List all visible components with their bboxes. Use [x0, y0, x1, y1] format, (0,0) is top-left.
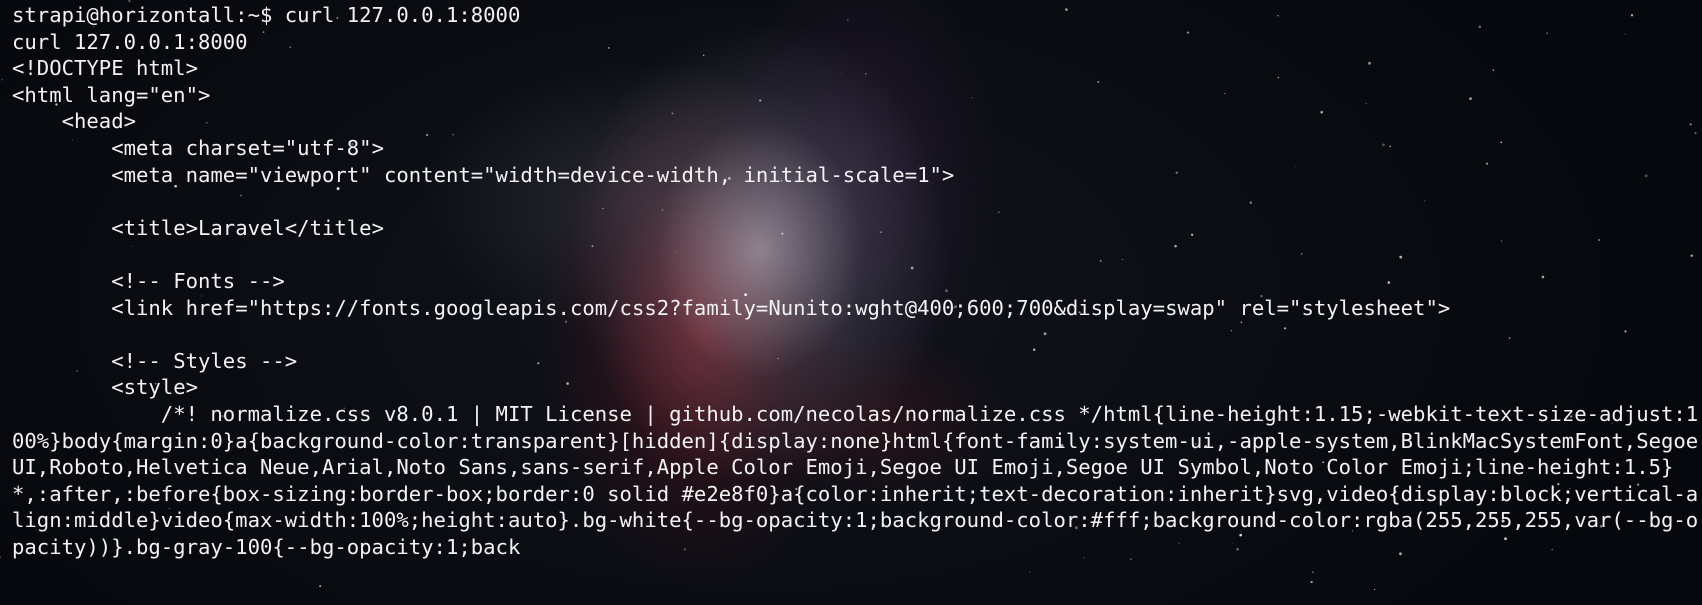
output-line: <style>: [12, 375, 198, 400]
output-line: <!-- Fonts -->: [12, 268, 285, 293]
star: [0, 556, 1, 558]
star: [1029, 571, 1031, 573]
output-line: <head>: [12, 109, 137, 134]
star: [1310, 580, 1313, 584]
terminal-window[interactable]: strapi@horizontall:~$ curl 127.0.0.1:800…: [0, 0, 1702, 605]
star: [1311, 571, 1314, 574]
star: [1374, 588, 1376, 591]
star: [1, 78, 4, 81]
output-line: <html lang="en">: [12, 82, 211, 107]
command-echo-line: curl 127.0.0.1:8000: [12, 29, 248, 54]
command-prompt-line: strapi@horizontall:~$ curl 127.0.0.1:800…: [12, 3, 521, 27]
output-line: <meta name="viewport" content="width=dev…: [12, 162, 955, 187]
output-line: <!DOCTYPE html>: [12, 56, 198, 81]
output-line: /*! normalize.css v8.0.1 | MIT License |…: [12, 401, 1699, 559]
output-line: <!-- Styles -->: [12, 348, 298, 373]
star: [319, 585, 322, 588]
output-line: <link href="https://fonts.googleapis.com…: [12, 295, 1451, 320]
output-line: <meta charset="utf-8">: [12, 135, 384, 160]
output-line: <title>Laravel</title>: [12, 215, 384, 240]
terminal-output[interactable]: strapi@horizontall:~$ curl 127.0.0.1:800…: [12, 2, 1700, 560]
